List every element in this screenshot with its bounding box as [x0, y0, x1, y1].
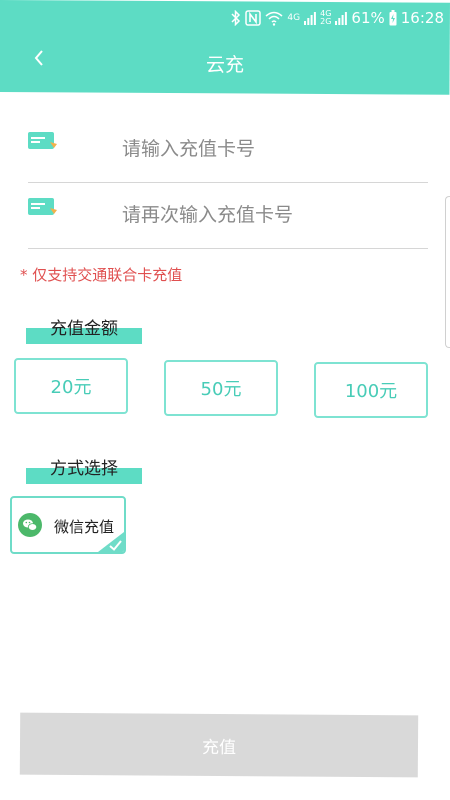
amount-section-label: 充值金额 — [50, 319, 118, 339]
wifi-icon — [265, 11, 283, 26]
submit-recharge-button[interactable]: 充值 — [19, 712, 419, 778]
status-bar: 4G 4G 2G 61% 16:28 — [231, 6, 444, 30]
clock-time: 16:28 — [400, 9, 444, 27]
card-icon — [28, 198, 57, 215]
nfc-icon — [245, 10, 262, 26]
method-section-label: 方式选择 — [50, 459, 118, 479]
wechat-icon — [18, 513, 42, 537]
amount-section-title: 充值金额 — [26, 314, 142, 346]
card-icon — [28, 132, 57, 149]
card-number-row — [28, 118, 428, 183]
confirm-card-number-row — [28, 184, 428, 249]
network-small-bottom: 2G — [320, 17, 332, 26]
method-section-title: 方式选择 — [26, 454, 142, 486]
battery-charging-icon — [389, 10, 397, 26]
card-support-notice: * 仅支持交通联合卡充值 — [20, 266, 183, 284]
card-number-input[interactable] — [120, 128, 424, 170]
bluetooth-icon — [231, 10, 241, 26]
confirm-card-number-input[interactable] — [120, 194, 424, 236]
wechat-pay-option[interactable]: 微信充值 — [10, 496, 126, 554]
network-type-label: 4G — [287, 13, 301, 23]
signal-icon — [304, 12, 317, 25]
signal-icon-secondary — [335, 12, 348, 25]
secondary-network-label: 4G 2G — [320, 10, 331, 26]
amount-option-50[interactable]: 50元 — [164, 360, 278, 416]
amount-option-100[interactable]: 100元 — [314, 362, 428, 418]
battery-percentage: 61% — [351, 9, 385, 27]
check-icon — [98, 532, 124, 552]
page-title: 云充 — [205, 54, 244, 76]
side-edge-handle — [445, 196, 450, 348]
amount-option-20[interactable]: 20元 — [14, 358, 128, 414]
